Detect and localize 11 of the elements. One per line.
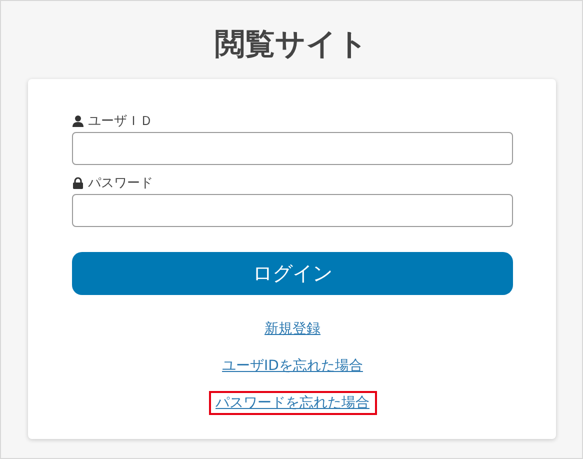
field-label: パスワード: [88, 175, 153, 192]
link[interactable]: ユーザIDを忘れた場合: [215, 354, 370, 378]
site-title: 閲覧サイト: [214, 26, 369, 64]
login-button[interactable]: ログイン: [72, 252, 513, 295]
link[interactable]: パスワードを忘れた場合: [208, 391, 376, 415]
field-label: ユーザＩＤ: [88, 113, 153, 130]
input-field[interactable]: [72, 132, 513, 165]
link[interactable]: 新規登録: [258, 317, 328, 341]
input-field[interactable]: [72, 194, 513, 227]
lock-icon: [72, 177, 84, 189]
user-icon: [72, 115, 84, 127]
